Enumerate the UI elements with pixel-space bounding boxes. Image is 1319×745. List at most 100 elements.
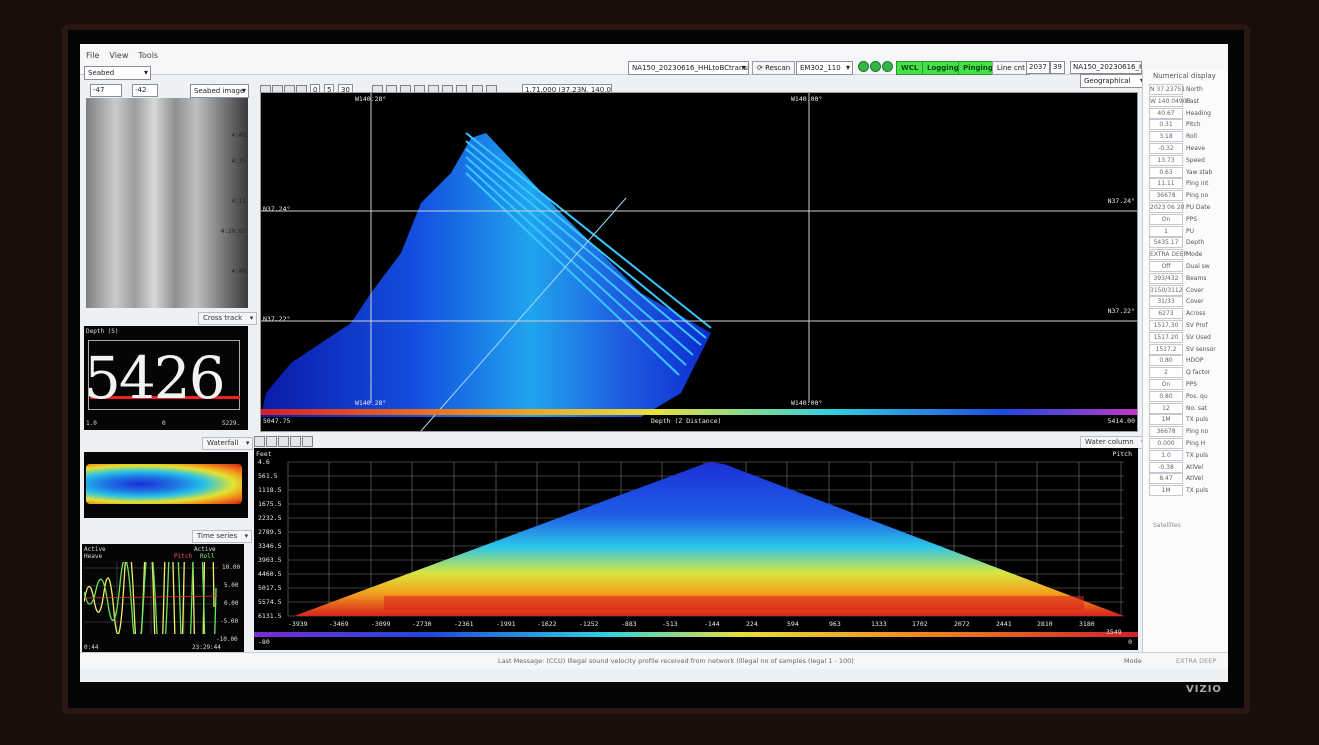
sonar-select[interactable]: EM302_110 (796, 61, 853, 75)
numerical-value: 1517.2 (1149, 343, 1183, 355)
lon-bottom-2: W140.00° (791, 399, 823, 407)
numerical-value: 2023 06 20 (1149, 202, 1185, 213)
wc-settings-icon[interactable] (302, 436, 313, 447)
range-a-field[interactable]: -47 (90, 84, 122, 97)
status-message: Last Message: (CCU) Illegal sound veloci… (498, 657, 854, 665)
ts-tick-3: 0.00 (224, 600, 239, 607)
numerical-label: TX puls (1186, 416, 1209, 424)
line-number-field[interactable]: 39 (1050, 61, 1065, 74)
depth-bar-min: 5047.75 (263, 417, 291, 425)
menu-tools[interactable]: Tools (138, 51, 158, 60)
ping-file-select[interactable]: NA150_20230616_HHLtoBCtransit (628, 61, 749, 75)
numerical-value: 2 (1149, 367, 1183, 379)
ts-tick-5: -10.00 (216, 636, 238, 643)
y-tick-9: 4460.5 (258, 570, 282, 578)
wcl-button[interactable]: WCL (896, 61, 924, 75)
line-count-button[interactable]: Line cnt (992, 61, 1030, 75)
y-tick-8: 3903.5 (258, 556, 282, 564)
waterfall-select[interactable]: Waterfall (202, 437, 254, 450)
line-name-field[interactable]: NA150_20230616_HHLtoBCtransit (1070, 61, 1142, 74)
view-mode-select[interactable]: Geographical (1080, 74, 1147, 88)
bathymetry-map (261, 93, 1137, 431)
geographical-view[interactable]: W140.28° W140.00° N37.24° N37.22° N37.24… (260, 92, 1138, 432)
wc-pan-icon[interactable] (266, 436, 277, 447)
x-tick-20: 3180 (1079, 620, 1095, 628)
numerical-value: -0.32 (1149, 143, 1183, 154)
numerical-row: 31/33 Cover (1149, 296, 1227, 308)
numerical-value: N 37.23751 (1149, 84, 1186, 95)
waterfall-image (86, 464, 242, 504)
x-tick-5: -2361 (454, 620, 474, 628)
numerical-value: 1M (1149, 485, 1183, 497)
time-series-panel[interactable]: Active Heave Active Pitch Roll 10.00 5.0… (82, 544, 244, 652)
status-light-3-icon (882, 61, 893, 72)
x-tick-14: 963 (829, 620, 841, 628)
cross-track-select[interactable]: Cross track (198, 312, 258, 325)
y-tick-1: 4.6 (258, 458, 270, 466)
x-tick-4: -2730 (412, 620, 432, 628)
y-tick-7: 3346.5 (258, 542, 282, 550)
toolbar: File View Tools NA150_20230616_HHLtoBCtr… (80, 44, 1228, 75)
numerical-value: 0.80 (1149, 355, 1183, 367)
numerical-label: Cover (1186, 286, 1204, 294)
rescan-button[interactable]: ⟳ Rescan (752, 61, 796, 75)
x-tick-12: 224 (746, 620, 758, 628)
x-tick-11: -144 (704, 620, 720, 628)
rescan-label: Rescan (765, 64, 791, 72)
y-tick-10: 5017.5 (258, 584, 282, 592)
numerical-value: 5435.17 (1149, 237, 1183, 249)
water-column-view[interactable]: Feet Pitch 4.6 561.5 1118.5 1675.5 2232.… (254, 448, 1138, 650)
status-mode-label: Mode (1124, 657, 1142, 665)
x-tick-9: -883 (621, 620, 637, 628)
numerical-row: 3150/3112 Cover (1149, 284, 1227, 296)
wc-zoom-icon[interactable] (290, 436, 301, 447)
numerical-row: 0.80 HDOP (1149, 355, 1227, 367)
y-tick-11: 5574.5 (258, 598, 282, 606)
mode-select[interactable]: Seabed (84, 66, 151, 80)
y-tick-4: 1675.5 (258, 500, 282, 508)
ts-active-right: Active (194, 546, 216, 553)
monitor-brand-logo: VIZIO (1186, 684, 1222, 695)
numerical-value: On (1149, 379, 1183, 390)
range-b-field[interactable]: -42 (132, 84, 158, 97)
numerical-row: 11.11 Ping int (1149, 178, 1227, 190)
numerical-value: 3150/3112 (1149, 284, 1183, 296)
numerical-row: 1517.20 SV Used (1149, 331, 1227, 343)
time-series-select[interactable]: Time series (192, 530, 253, 543)
numerical-label: Depth (1186, 239, 1205, 247)
line-year-field[interactable]: 2037 (1026, 61, 1050, 74)
lon-top-1: W140.28° (355, 95, 387, 103)
numerical-label: Dual sw (1186, 263, 1210, 270)
seabed-image-select[interactable]: Seabed image (190, 84, 249, 98)
wc-bar-min: -80 (258, 638, 270, 646)
seabed-tick-5: 4:40 (231, 268, 246, 275)
numerical-row: 0.80 Pos. qu (1149, 390, 1227, 402)
numerical-value: 3.18 (1149, 131, 1183, 143)
numerical-row: 1 PU (1149, 225, 1227, 237)
menu-view[interactable]: View (109, 51, 128, 60)
status-light-2-icon (870, 61, 881, 72)
numerical-value: 1517.20 (1149, 331, 1183, 343)
lat-left-2: N37.22° (263, 315, 291, 323)
numerical-value: 13.73 (1149, 154, 1183, 166)
numerical-row: 0.31 Pitch (1149, 119, 1227, 131)
wc-select-icon[interactable] (254, 436, 265, 447)
numerical-label: Ping int (1186, 180, 1209, 188)
y-tick-2: 561.5 (258, 472, 278, 480)
numerical-value: 0.000 (1149, 438, 1183, 449)
menu-bar: File View Tools (86, 51, 158, 60)
x-tick-7: -1622 (537, 620, 557, 628)
seabed-image-panel[interactable]: 4:45 4:33 4:11 4:29:02 4:40 (86, 98, 248, 308)
x-tick-21: 3549 (1106, 628, 1122, 636)
numerical-row: 0.000 Ping H (1149, 438, 1227, 449)
x-tick-3: -3099 (371, 620, 391, 628)
waterfall-panel[interactable] (84, 452, 248, 518)
wc-measure-icon[interactable] (278, 436, 289, 447)
status-mode-value: EXTRA DEEP (1176, 657, 1217, 665)
numerical-value: 31/33 (1149, 296, 1183, 308)
water-column-color-bar (254, 632, 1138, 637)
numerical-row: 1517.30 SV Prof (1149, 320, 1227, 331)
menu-file[interactable]: File (86, 51, 99, 60)
status-light-1-icon (858, 61, 869, 72)
numerical-row: 13.73 Speed (1149, 154, 1227, 166)
